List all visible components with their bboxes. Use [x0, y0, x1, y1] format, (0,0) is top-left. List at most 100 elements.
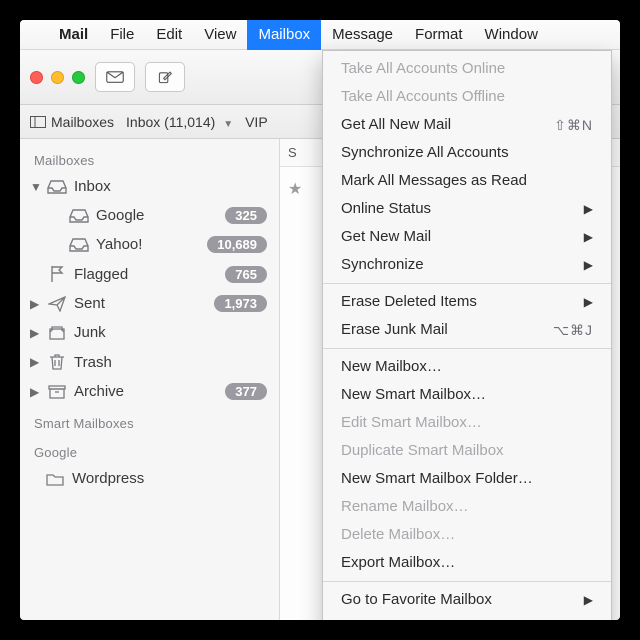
submenu-chevron-icon: ▶: [584, 589, 593, 611]
disclosure-triangle-icon[interactable]: ▶: [30, 355, 40, 369]
mailbox-menu-dropdown: Take All Accounts Online Take All Account…: [322, 50, 612, 626]
menubar-item-file[interactable]: File: [99, 20, 145, 50]
favorites-inbox-count: 11,014: [169, 114, 211, 130]
menu-item-label: Export Mailbox…: [341, 552, 593, 574]
favorites-inbox[interactable]: Inbox (11,014) ▼: [126, 114, 233, 130]
inbox-icon: [68, 238, 90, 252]
disclosure-triangle-icon[interactable]: ▶: [30, 297, 40, 311]
menu-item-label: Take All Accounts Offline: [341, 86, 593, 108]
submenu-chevron-icon: ▶: [584, 226, 593, 248]
minimize-window-button[interactable]: [51, 71, 64, 84]
menubar-item-window[interactable]: Window: [474, 20, 549, 50]
favorites-mailboxes-label: Mailboxes: [51, 114, 114, 130]
sidebar-section-smart: Smart Mailboxes: [20, 406, 279, 435]
menubar-item-mailbox[interactable]: Mailbox: [247, 20, 321, 50]
menubar-item-format[interactable]: Format: [404, 20, 474, 50]
trash-icon: [46, 353, 68, 371]
menu-item[interactable]: Go to Favorite Mailbox▶: [323, 586, 611, 614]
submenu-chevron-icon: ▶: [584, 617, 593, 626]
disclosure-triangle-icon[interactable]: ▶: [30, 326, 40, 340]
menu-item[interactable]: New Smart Mailbox…: [323, 381, 611, 409]
menu-item-label: Duplicate Smart Mailbox: [341, 440, 593, 462]
menu-item[interactable]: Synchronize All Accounts: [323, 139, 611, 167]
sidebar-item-label: Trash: [74, 354, 267, 371]
flag-icon: [46, 265, 68, 283]
chevron-down-icon: ▼: [223, 119, 233, 130]
sidebar-item-yahoo[interactable]: Yahoo! 10,689: [20, 230, 279, 259]
sidebar-item-label: Google: [96, 207, 219, 224]
sidebar-item-inbox[interactable]: ▼ Inbox: [20, 172, 279, 201]
get-mail-button[interactable]: [95, 62, 135, 92]
sidebar-item-label: Flagged: [74, 266, 219, 283]
menu-item[interactable]: Synchronize ▶: [323, 251, 611, 279]
menu-item[interactable]: Erase Deleted Items▶: [323, 288, 611, 316]
menu-item[interactable]: New Mailbox…: [323, 353, 611, 381]
unread-badge: 1,973: [214, 295, 267, 312]
sidebar-item-label: Archive: [74, 383, 219, 400]
sidebar-item-flagged[interactable]: Flagged 765: [20, 259, 279, 289]
menubar-item-message[interactable]: Message: [321, 20, 404, 50]
traffic-lights: [30, 71, 85, 84]
sidebar-item-wordpress[interactable]: Wordpress: [20, 464, 279, 493]
menu-item[interactable]: Export Mailbox…: [323, 549, 611, 577]
menubar-item-edit[interactable]: Edit: [145, 20, 193, 50]
favorites-vip[interactable]: VIP: [245, 114, 268, 130]
menu-item[interactable]: Erase Junk Mail⌥⌘J: [323, 316, 611, 344]
menu-separator: [323, 581, 611, 582]
disclosure-triangle-icon[interactable]: ▶: [30, 385, 40, 399]
menu-item-label: New Mailbox…: [341, 356, 593, 378]
sidebar: Mailboxes ▼ Inbox Google 325: [20, 139, 280, 620]
sidebar-item-label: Wordpress: [72, 470, 267, 487]
sidebar-item-archive[interactable]: ▶ Archive 377: [20, 377, 279, 406]
favorites-mailboxes[interactable]: Mailboxes: [30, 114, 114, 130]
menu-item-label: Move to Favorite Mailbox: [341, 617, 578, 626]
unread-badge: 377: [225, 383, 267, 400]
favorites-inbox-label: Inbox: [126, 114, 160, 130]
compose-button[interactable]: [145, 62, 185, 92]
menu-shortcut: ⇧⌘N: [554, 114, 593, 136]
menu-item[interactable]: Get All New Mail⇧⌘N: [323, 111, 611, 139]
sidebar-item-label: Junk: [74, 324, 267, 341]
menu-item-label: Erase Junk Mail: [341, 319, 553, 341]
inbox-icon: [46, 180, 68, 194]
junk-icon: [46, 325, 68, 341]
menu-item-label: Synchronize: [341, 254, 578, 276]
sidebar-section-google: Google: [20, 435, 279, 464]
menu-item[interactable]: Get New Mail▶: [323, 223, 611, 251]
submenu-chevron-icon: ▶: [584, 254, 593, 276]
menu-shortcut: ⌥⌘J: [553, 319, 593, 341]
unread-badge: 10,689: [207, 236, 267, 253]
menu-item-label: Edit Smart Mailbox…: [341, 412, 593, 434]
menu-item[interactable]: Online Status▶: [323, 195, 611, 223]
menu-item-label: Rename Mailbox…: [341, 496, 593, 518]
menu-item-label: New Smart Mailbox Folder…: [341, 468, 593, 490]
disclosure-triangle-icon[interactable]: ▼: [30, 180, 40, 194]
menu-item: Take All Accounts Online: [323, 55, 611, 83]
sidebar-item-label: Sent: [74, 295, 208, 312]
unread-badge: 765: [225, 266, 267, 283]
sidebar-item-label: Inbox: [74, 178, 267, 195]
sent-icon: [46, 296, 68, 312]
menu-item-label: Online Status: [341, 198, 578, 220]
unread-badge: 325: [225, 207, 267, 224]
close-window-button[interactable]: [30, 71, 43, 84]
sidebar-section-mailboxes: Mailboxes: [20, 143, 279, 172]
menu-item[interactable]: Mark All Messages as Read: [323, 167, 611, 195]
menu-item-label: Erase Deleted Items: [341, 291, 578, 313]
menu-item-label: Take All Accounts Online: [341, 58, 593, 80]
archive-icon: [46, 384, 68, 399]
sidebar-item-sent[interactable]: ▶ Sent 1,973: [20, 289, 279, 318]
menu-item[interactable]: Move to Favorite Mailbox ▶: [323, 614, 611, 626]
sidebar-item-google[interactable]: Google 325: [20, 201, 279, 230]
menu-item: Rename Mailbox…: [323, 493, 611, 521]
sidebar-item-label: Yahoo!: [96, 236, 201, 253]
menu-item[interactable]: New Smart Mailbox Folder…: [323, 465, 611, 493]
sidebar-item-junk[interactable]: ▶ Junk: [20, 318, 279, 347]
zoom-window-button[interactable]: [72, 71, 85, 84]
sidebar-columns-icon: [30, 116, 46, 128]
menubar-item-view[interactable]: View: [193, 20, 247, 50]
folder-icon: [44, 472, 66, 486]
menu-separator: [323, 348, 611, 349]
sidebar-item-trash[interactable]: ▶ Trash: [20, 347, 279, 377]
menubar-item-app[interactable]: Mail: [48, 20, 99, 50]
